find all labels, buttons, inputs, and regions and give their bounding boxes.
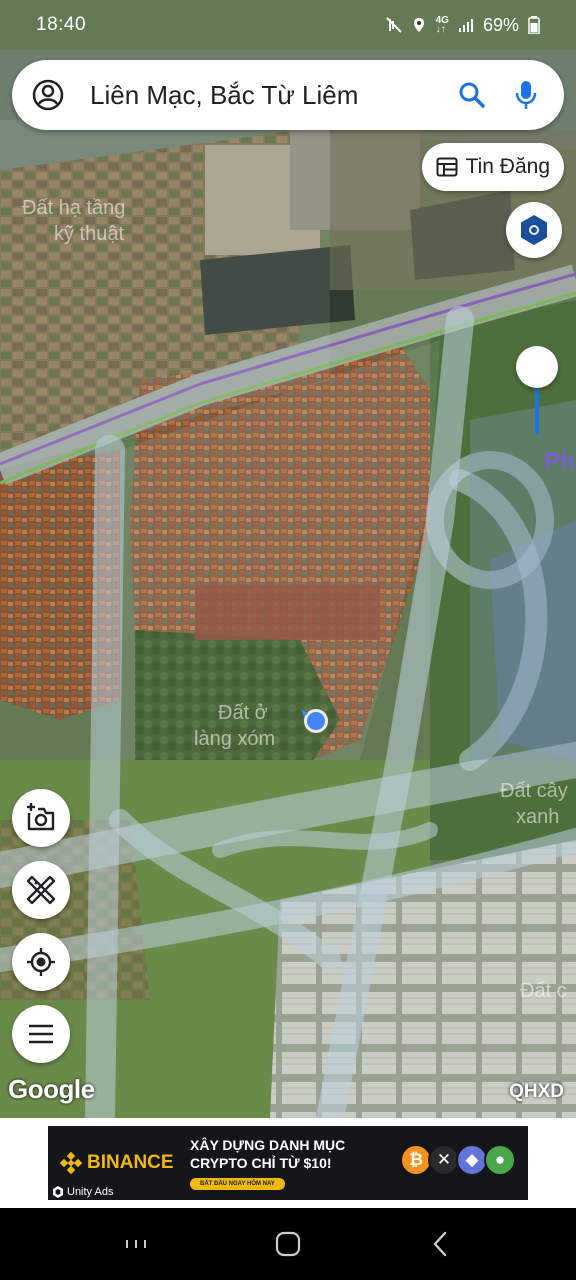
tin-dang-label: Tin Đăng bbox=[465, 155, 550, 178]
search-query[interactable]: Liên Mạc, Bắc Từ Liêm bbox=[90, 80, 438, 111]
ad-text: XÂY DỰNG DANH MỤC CRYPTO CHỈ TỪ $10! BẮT… bbox=[190, 1136, 380, 1190]
search-icon bbox=[459, 82, 485, 108]
account-icon[interactable] bbox=[32, 79, 64, 111]
location-icon bbox=[413, 18, 424, 32]
mute-icon bbox=[385, 17, 402, 33]
status-bar: 18:40 4G ↓↑ 69% bbox=[0, 0, 576, 50]
ad-headline-line2: CRYPTO CHỈ TỪ $10! bbox=[190, 1155, 332, 1171]
map-code-label: QHXD bbox=[509, 1081, 564, 1102]
binance-logo-icon bbox=[60, 1152, 82, 1174]
zone-label-bottom-right: Đất c bbox=[520, 980, 567, 1002]
signal-icon bbox=[458, 19, 473, 32]
tin-dang-button[interactable]: Tin Đăng bbox=[421, 143, 564, 191]
battery-icon bbox=[528, 16, 540, 34]
zone-label-technical: Đất hạ tầng kỹ thuật bbox=[22, 197, 126, 245]
status-icons: 4G ↓↑ 69% bbox=[385, 14, 540, 36]
listing-icon bbox=[436, 157, 458, 177]
home-button[interactable] bbox=[258, 1214, 318, 1274]
navigation-bar bbox=[0, 1208, 576, 1280]
back-button[interactable] bbox=[410, 1214, 470, 1274]
ad-network-label: Unity Ads bbox=[67, 1186, 114, 1198]
search-bar[interactable]: Liên Mạc, Bắc Từ Liêm bbox=[12, 60, 564, 130]
ad-brand-name: BINANCE bbox=[87, 1152, 174, 1173]
battery-percent: 69% bbox=[482, 14, 519, 35]
measure-button[interactable] bbox=[12, 861, 70, 919]
layers-button[interactable] bbox=[506, 202, 562, 258]
voice-search-button[interactable] bbox=[506, 75, 546, 115]
recents-button[interactable] bbox=[106, 1214, 166, 1274]
home-icon bbox=[275, 1231, 301, 1257]
measure-icon bbox=[26, 875, 56, 905]
status-time: 18:40 bbox=[36, 14, 87, 35]
search-button[interactable] bbox=[452, 75, 492, 115]
ad-area: BINANCE XÂY DỰNG DANH MỤC CRYPTO CHỈ TỪ … bbox=[0, 1118, 576, 1208]
zone-label-green-right: Đất cây xanh bbox=[500, 780, 568, 828]
layers-icon bbox=[521, 215, 547, 245]
back-icon bbox=[433, 1231, 447, 1257]
my-location-button[interactable] bbox=[12, 933, 70, 991]
menu-button[interactable] bbox=[12, 1005, 70, 1063]
pepe-icon: ● bbox=[484, 1144, 516, 1176]
ad-brand: BINANCE bbox=[60, 1152, 176, 1174]
ad-cta-button[interactable]: BẮT ĐẦU NGAY HÔM NAY bbox=[190, 1178, 285, 1190]
google-logo: Google bbox=[8, 1074, 95, 1104]
ad-headline-line1: XÂY DỰNG DANH MỤC bbox=[190, 1137, 346, 1153]
ad-coins: ₿ ✕ ◆ ● bbox=[400, 1144, 516, 1176]
slider-thumb[interactable] bbox=[516, 346, 558, 388]
menu-icon bbox=[29, 1024, 53, 1044]
unity-icon bbox=[53, 1186, 63, 1198]
recents-icon bbox=[126, 1240, 146, 1248]
screen: Đất hạ tầng kỹ thuật Đất ở làng xóm Đất … bbox=[0, 0, 576, 1280]
ad-network: Unity Ads bbox=[52, 1186, 113, 1198]
my-location-icon bbox=[27, 948, 55, 976]
add-photo-button[interactable] bbox=[12, 789, 70, 847]
overlay-opacity-slider[interactable] bbox=[516, 346, 558, 436]
4g-icon: 4G ↓↑ bbox=[435, 15, 449, 35]
zone-label-residential: Đất ở làng xóm bbox=[194, 702, 276, 750]
ad-headline: XÂY DỰNG DANH MỤC CRYPTO CHỈ TỪ $10! bbox=[190, 1136, 380, 1172]
zone-label-ph: Ph bbox=[544, 448, 575, 475]
ad-banner[interactable]: BINANCE XÂY DỰNG DANH MỤC CRYPTO CHỈ TỪ … bbox=[48, 1126, 528, 1200]
add-photo-icon bbox=[27, 803, 55, 831]
my-location-dot bbox=[307, 712, 325, 730]
mic-icon bbox=[515, 81, 537, 109]
